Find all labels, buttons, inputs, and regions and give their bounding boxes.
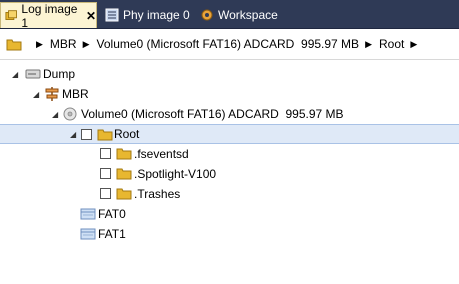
spotlight-checkbox[interactable]: [100, 168, 111, 179]
breadcrumb-item-start[interactable]: ▶: [30, 39, 50, 50]
root-checkbox[interactable]: [81, 129, 92, 140]
folder-icon: [97, 129, 113, 141]
folder-icon: [116, 148, 132, 160]
tree-item-fat0[interactable]: FAT0: [0, 204, 459, 224]
tree-item-spotlight[interactable]: .Spotlight-V100: [0, 164, 459, 184]
tab-workspace[interactable]: Workspace: [196, 3, 278, 26]
tab-bar: Log image 1 ✕ Phy image 0 Workspace: [0, 0, 459, 30]
tree-item-label: .Spotlight-V100: [134, 167, 217, 181]
folder-icon: [116, 188, 132, 200]
breadcrumb-item-volume[interactable]: Volume0 (Microsoft FAT16) ADCARD 995.97 …: [97, 37, 379, 51]
tab-label: Log image 1: [21, 1, 78, 30]
breadcrumb-item-mbr[interactable]: MBR ▶: [50, 37, 97, 51]
tree-item-volume0[interactable]: ◢ Volume0 (Microsoft FAT16) ADCARD 995.9…: [0, 104, 459, 124]
tree-item-label: .Trashes: [134, 187, 181, 201]
partition-icon: [45, 87, 59, 101]
tab-phy-image-0[interactable]: Phy image 0: [101, 3, 190, 26]
expanded-icon[interactable]: ◢: [12, 70, 18, 79]
chevron-right-icon[interactable]: ▶: [36, 39, 43, 50]
fseventsd-checkbox[interactable]: [100, 148, 111, 159]
tree-item-root[interactable]: ◢ Root: [0, 124, 459, 144]
tree-item-label: FAT0: [98, 207, 126, 221]
tree-item-label: .fseventsd: [134, 147, 189, 161]
folder-icon[interactable]: [6, 37, 22, 51]
close-icon[interactable]: ✕: [86, 9, 96, 23]
chevron-right-icon[interactable]: ▶: [365, 39, 372, 50]
fat-table-icon: [80, 208, 96, 220]
tree-item-label: FAT1: [98, 227, 126, 241]
expanded-icon[interactable]: ◢: [33, 90, 39, 99]
folder-icon: [116, 168, 132, 180]
tree-item-label: Dump: [43, 67, 76, 81]
drive-icon: [25, 69, 41, 79]
tree-item-label: Root: [114, 127, 140, 141]
expanded-icon[interactable]: ◢: [52, 110, 58, 119]
volume-disk-icon: [63, 107, 77, 121]
chevron-right-icon[interactable]: ▶: [83, 39, 90, 50]
trashes-checkbox[interactable]: [100, 188, 111, 199]
tab-label: Phy image 0: [123, 7, 190, 22]
breadcrumb-label[interactable]: Volume0 (Microsoft FAT16) ADCARD 995.97 …: [97, 37, 360, 51]
tree-item-trashes[interactable]: .Trashes: [0, 184, 459, 204]
expanded-icon[interactable]: ◢: [70, 130, 76, 139]
tab-log-image-1[interactable]: Log image 1 ✕: [0, 1, 97, 30]
breadcrumb-label[interactable]: MBR: [50, 37, 77, 51]
log-image-icon: [5, 9, 17, 20]
gear-icon: [201, 9, 213, 20]
tree-item-mbr[interactable]: ◢ MBR: [0, 84, 459, 104]
tree-item-fat1[interactable]: FAT1: [0, 224, 459, 244]
tab-label: Workspace: [218, 7, 278, 22]
breadcrumb: ▶ MBR ▶ Volume0 (Microsoft FAT16) ADCARD…: [0, 29, 459, 60]
tree-item-fseventsd[interactable]: .fseventsd: [0, 144, 459, 164]
file-tree: ◢ Dump ◢ MBR ◢ Volume0 (Microsoft FAT16)…: [0, 60, 459, 284]
chevron-right-icon[interactable]: ▶: [410, 39, 417, 50]
tree-item-label: Volume0 (Microsoft FAT16) ADCARD 995.97 …: [81, 107, 344, 121]
breadcrumb-item-root[interactable]: Root ▶: [379, 37, 424, 51]
fat-table-icon: [80, 228, 96, 240]
phy-image-icon: [105, 8, 119, 21]
tree-item-label: MBR: [62, 87, 89, 101]
breadcrumb-label[interactable]: Root: [379, 37, 404, 51]
tree-item-dump[interactable]: ◢ Dump: [0, 64, 459, 84]
